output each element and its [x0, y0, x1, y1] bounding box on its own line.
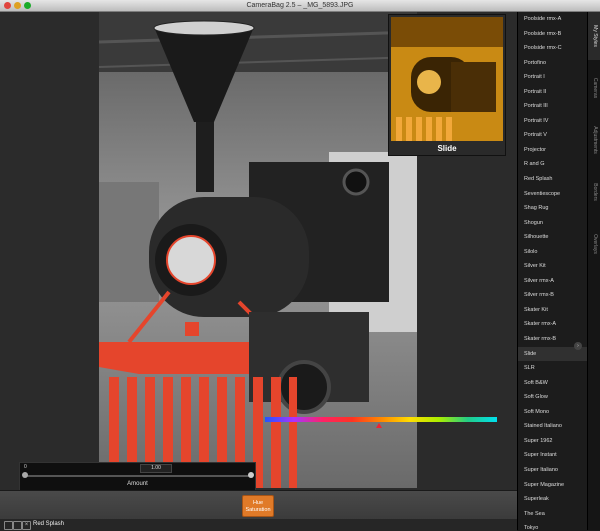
layer-name: Red Splash	[33, 521, 65, 527]
layer-row[interactable]: × Red Splash	[0, 519, 517, 531]
style-preview-label: Slide	[437, 144, 457, 153]
amount-value-field[interactable]: 1.00	[140, 464, 172, 473]
style-item[interactable]: Portrait II	[518, 85, 588, 100]
chevron-right-icon[interactable]: ›	[574, 342, 582, 350]
layer-settings-icon[interactable]	[13, 521, 22, 530]
style-item[interactable]: Red Splash	[518, 172, 588, 187]
styles-list: Poolside rmx-A Poolside rmx-B Poolside rmx…	[518, 12, 588, 530]
style-item[interactable]: Superleak	[518, 492, 588, 507]
style-item[interactable]: Poolside rmx-A	[518, 12, 588, 27]
style-item[interactable]: Silver Kit	[518, 259, 588, 274]
amount-slider-track[interactable]	[24, 475, 250, 477]
style-item[interactable]: SLR	[518, 361, 588, 376]
style-preview[interactable]: Slide	[388, 14, 506, 156]
tab-label: My Styles	[591, 25, 598, 47]
style-item[interactable]: Silolo	[518, 245, 588, 260]
style-item[interactable]: Stained Italiano	[518, 419, 588, 434]
style-item[interactable]: Portrait III	[518, 99, 588, 114]
style-item[interactable]: Tokyo	[518, 521, 588, 530]
style-item[interactable]: Soft Mono	[518, 405, 588, 420]
style-item[interactable]: Silver rmx-A	[518, 274, 588, 289]
style-item[interactable]: Portrait I	[518, 70, 588, 85]
style-item[interactable]: The Sea	[518, 507, 588, 522]
title-bar: CameraBag 2.5 – _MG_5893.JPG	[0, 0, 600, 12]
style-item[interactable]: Soft Glow	[518, 390, 588, 405]
style-item[interactable]: Projector	[518, 143, 588, 158]
hue-marker-handle[interactable]	[376, 423, 382, 428]
hue-spectrum-bar[interactable]	[265, 417, 497, 422]
tab-label: Cameras	[591, 77, 598, 99]
style-item[interactable]: Soft B&W	[518, 376, 588, 391]
tab-my-styles[interactable]: My Styles	[588, 12, 600, 60]
amount-label: Amount	[127, 481, 148, 487]
style-item[interactable]: Poolside rmx-C	[518, 41, 588, 56]
hue-saturation-button[interactable]: Hue Saturation	[242, 495, 274, 517]
style-item[interactable]: Skater Kit	[518, 303, 588, 318]
tab-borders[interactable]: Borders	[588, 168, 600, 216]
styles-sidebar: Poolside rmx-A Poolside rmx-B Poolside rmx…	[517, 12, 588, 530]
style-item[interactable]: Portrait V	[518, 128, 588, 143]
window-title: CameraBag 2.5 – _MG_5893.JPG	[246, 2, 354, 9]
amount-slider-handle[interactable]	[248, 472, 254, 478]
tab-label: Borders	[591, 183, 598, 201]
layer-remove-icon[interactable]: ×	[22, 521, 31, 530]
style-item[interactable]: Super Italiano	[518, 463, 588, 478]
side-tabs: My Styles Cameras Adjustments Borders Ov…	[587, 12, 600, 530]
style-item[interactable]: Silver rmx-B	[518, 288, 588, 303]
style-item[interactable]: Shogun	[518, 216, 588, 231]
style-item[interactable]: R and G	[518, 157, 588, 172]
style-item[interactable]: Silhouette	[518, 230, 588, 245]
style-item[interactable]: Portofino	[518, 56, 588, 71]
amount-slider-start-handle[interactable]	[22, 472, 28, 478]
layer-visibility-icon[interactable]	[4, 521, 13, 530]
tab-label: Overlays	[591, 234, 598, 254]
style-item[interactable]: Super Magazine	[518, 478, 588, 493]
style-item[interactable]: Super Instant	[518, 448, 588, 463]
tab-overlays[interactable]: Overlays	[588, 220, 600, 268]
style-item[interactable]: Super 1962	[518, 434, 588, 449]
tab-cameras[interactable]: Cameras	[588, 64, 600, 112]
tab-adjustments[interactable]: Adjustments	[588, 116, 600, 164]
style-item[interactable]: Seventiescope	[518, 187, 588, 202]
slider-min-label: 0	[24, 464, 27, 470]
adjustment-bar: Hue Saturation × Red Splash	[0, 490, 517, 531]
style-item[interactable]: Portrait IV	[518, 114, 588, 129]
style-item[interactable]: Skater rmx-A	[518, 317, 588, 332]
style-preview-image	[391, 17, 503, 141]
style-item[interactable]: Shag Rug	[518, 201, 588, 216]
style-item[interactable]: Poolside rmx-B	[518, 27, 588, 42]
amount-slider-panel: 0 1.00 Amount	[19, 462, 256, 492]
tab-label: Adjustments	[591, 126, 598, 154]
